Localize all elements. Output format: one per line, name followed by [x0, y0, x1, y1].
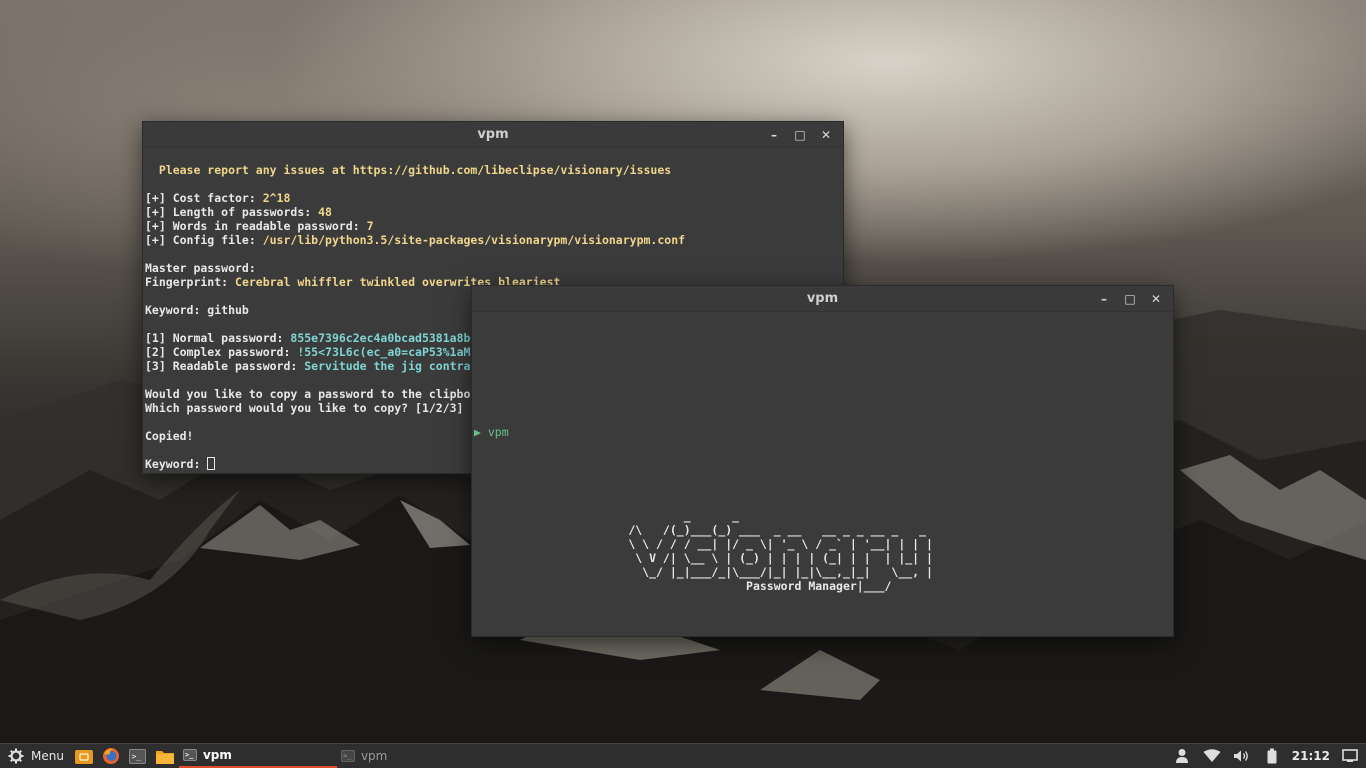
maximize-button[interactable]: □ — [1121, 290, 1139, 308]
ascii-art-row: /\ /(_)___(_) ___ _ __ __ _ _ __ _ _ — [476, 523, 927, 537]
battery-icon[interactable] — [1262, 747, 1282, 765]
terminal-window-front[interactable]: vpm – □ ✕ ▶ vpm _ _ /\ /(_)___(_) ___ _ … — [471, 285, 1174, 637]
task-label: vpm — [360, 749, 388, 763]
ascii-art-row: \_/ |_|___/_|\___/|_| |_|\__,_|_| \__, | — [476, 565, 933, 579]
close-button[interactable]: ✕ — [817, 126, 835, 144]
taskbar-task-vpm-active[interactable]: >_ vpm — [178, 744, 337, 768]
titlebar[interactable]: vpm – □ ✕ — [143, 122, 843, 148]
terminal-icon: >_ — [182, 748, 197, 761]
show-desktop-icon[interactable] — [1340, 747, 1360, 765]
terminal-icon: >_ — [340, 750, 355, 762]
task-label: vpm — [202, 747, 232, 762]
file-manager-launcher-icon[interactable] — [74, 747, 94, 765]
minimize-button[interactable]: – — [1095, 290, 1113, 308]
terminal-line: [+] Words in readable password: 7 — [145, 219, 374, 233]
user-icon[interactable] — [1172, 747, 1192, 765]
shell-prompt: ▶ vpm — [474, 425, 509, 439]
volume-icon[interactable] — [1232, 747, 1252, 765]
window-title: vpm — [806, 291, 839, 306]
close-button[interactable]: ✕ — [1147, 290, 1165, 308]
terminal-launcher-icon[interactable]: >_ — [128, 747, 148, 765]
maximize-button[interactable]: □ — [791, 126, 809, 144]
firefox-launcher-icon[interactable] — [101, 747, 121, 765]
terminal-line: [+] Cost factor: 2^18 — [145, 191, 291, 205]
menu-label: Menu — [31, 749, 64, 763]
terminal-line: Master password: — [145, 261, 256, 275]
visionary-logo-ascii: _ _ /\ /(_)___(_) ___ _ __ __ _ _ __ _ _… — [474, 509, 1173, 593]
minimize-button[interactable]: – — [765, 126, 783, 144]
terminal-line: Please report any issues at https://gith… — [145, 163, 672, 177]
menu-button[interactable]: Menu — [0, 744, 70, 768]
taskbar: Menu >_ >_ vpm >_ vpm 21:12 — [0, 743, 1366, 768]
ascii-art-row: \ V /| \__ \ | (_) | | | | (_| | | | |_|… — [476, 551, 933, 565]
ascii-art-row: Password Manager|___/ — [476, 579, 892, 593]
ascii-art-row: _ _ — [476, 509, 740, 523]
wifi-icon[interactable] — [1202, 747, 1222, 765]
folder-launcher-icon[interactable] — [155, 747, 175, 765]
terminal-line: [+] Config file: /usr/lib/python3.5/site… — [145, 233, 686, 247]
text-cursor — [207, 457, 216, 470]
titlebar[interactable]: vpm – □ ✕ — [472, 286, 1173, 312]
terminal-line: [+] Length of passwords: 48 — [145, 205, 332, 219]
terminal-output[interactable]: ▶ vpm _ _ /\ /(_)___(_) ___ _ __ __ _ _ … — [472, 313, 1173, 636]
gear-icon — [6, 747, 26, 765]
ascii-art-row: \ \ / / / __| |/ _ \| '_ \ / _` | '__| |… — [476, 537, 933, 551]
window-title: vpm — [477, 127, 509, 142]
taskbar-task-vpm[interactable]: >_ vpm — [337, 744, 495, 768]
clock[interactable]: 21:12 — [1292, 749, 1330, 763]
